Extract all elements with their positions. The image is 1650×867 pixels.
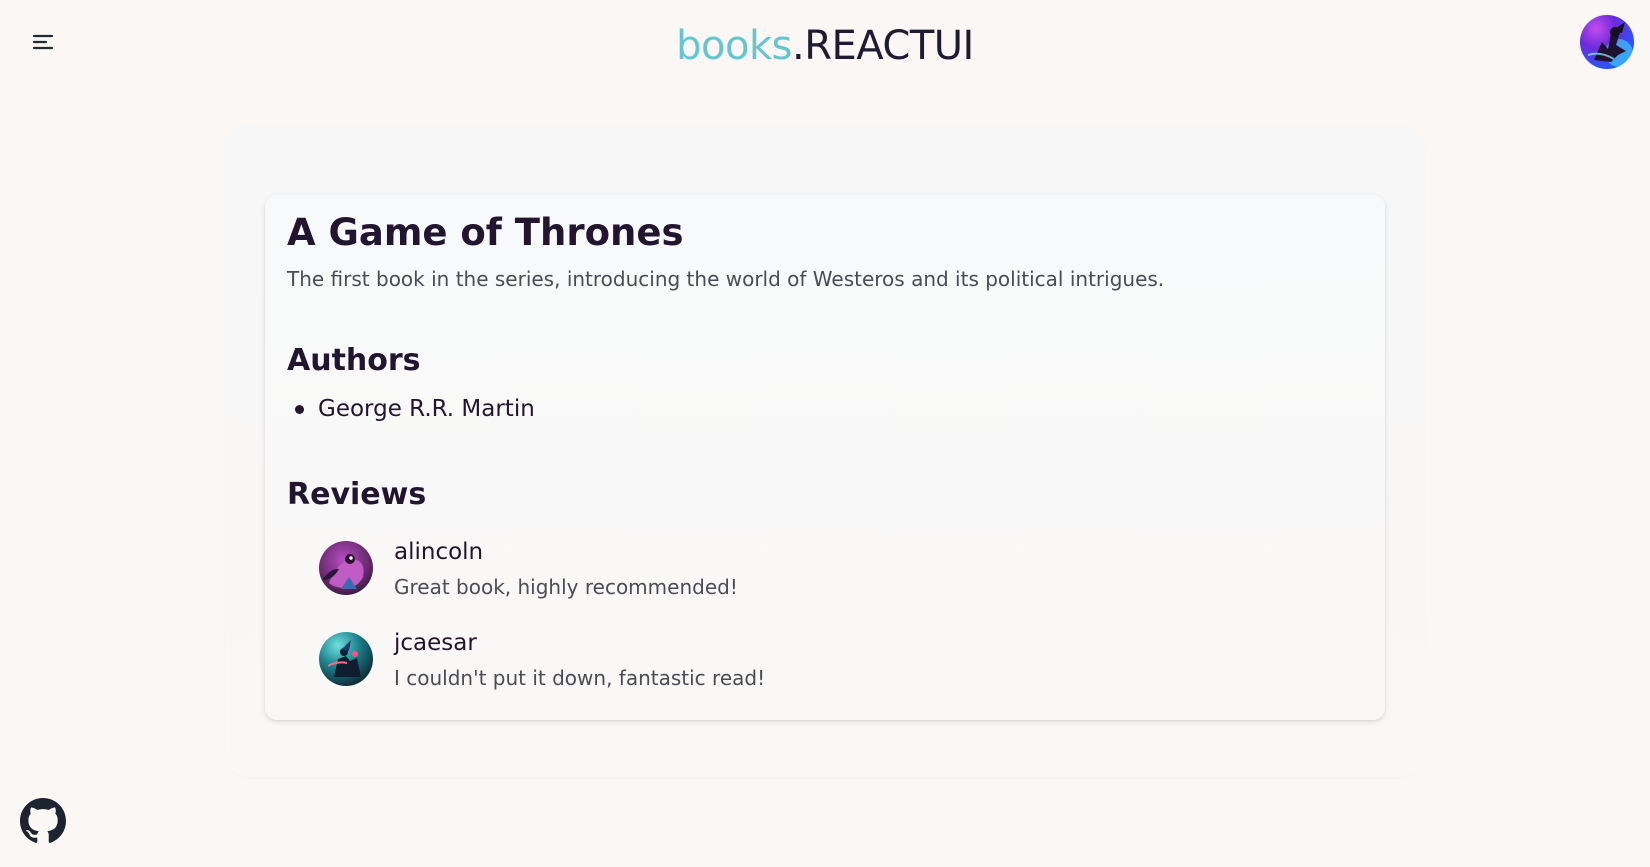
reviewer-avatar-image bbox=[319, 541, 373, 595]
reviewer-avatar bbox=[319, 541, 373, 595]
review-username: alincoln bbox=[394, 539, 484, 565]
book-title: A Game of Thrones bbox=[287, 211, 684, 254]
review-item: jcaesar I couldn't put it down, fantasti… bbox=[319, 628, 765, 692]
review-body: alincoln Great book, highly recommended! bbox=[394, 537, 738, 601]
brand-home-link[interactable]: books.REACTUI bbox=[676, 23, 974, 69]
reviews-heading: Reviews bbox=[287, 477, 427, 512]
brand-main: REACTUI bbox=[804, 23, 974, 69]
list-bullet bbox=[295, 404, 304, 414]
github-link[interactable] bbox=[20, 798, 66, 844]
author-name: George R.R. Martin bbox=[318, 396, 535, 422]
book-card: A Game of Thrones The first book in the … bbox=[265, 195, 1385, 720]
profile-avatar-image bbox=[1580, 15, 1634, 69]
brand-dot: . bbox=[791, 23, 805, 69]
review-text: Great book, highly recommended! bbox=[394, 575, 738, 599]
brand-accent: books bbox=[676, 23, 792, 69]
reviewer-avatar bbox=[319, 632, 373, 686]
author-item: George R.R. Martin bbox=[287, 393, 535, 425]
review-text: I couldn't put it down, fantastic read! bbox=[394, 666, 766, 690]
book-description: The first book in the series, introducin… bbox=[287, 267, 1165, 291]
authors-list: George R.R. Martin bbox=[287, 393, 535, 425]
review-body: jcaesar I couldn't put it down, fantasti… bbox=[394, 628, 765, 692]
review-username: jcaesar bbox=[394, 630, 477, 656]
profile-avatar[interactable] bbox=[1580, 15, 1634, 69]
review-item: alincoln Great book, highly recommended! bbox=[319, 537, 738, 601]
github-icon bbox=[20, 798, 66, 843]
authors-heading: Authors bbox=[287, 343, 421, 378]
brand-title: books.REACTUI bbox=[0, 18, 1650, 74]
reviewer-avatar-image bbox=[319, 632, 373, 686]
